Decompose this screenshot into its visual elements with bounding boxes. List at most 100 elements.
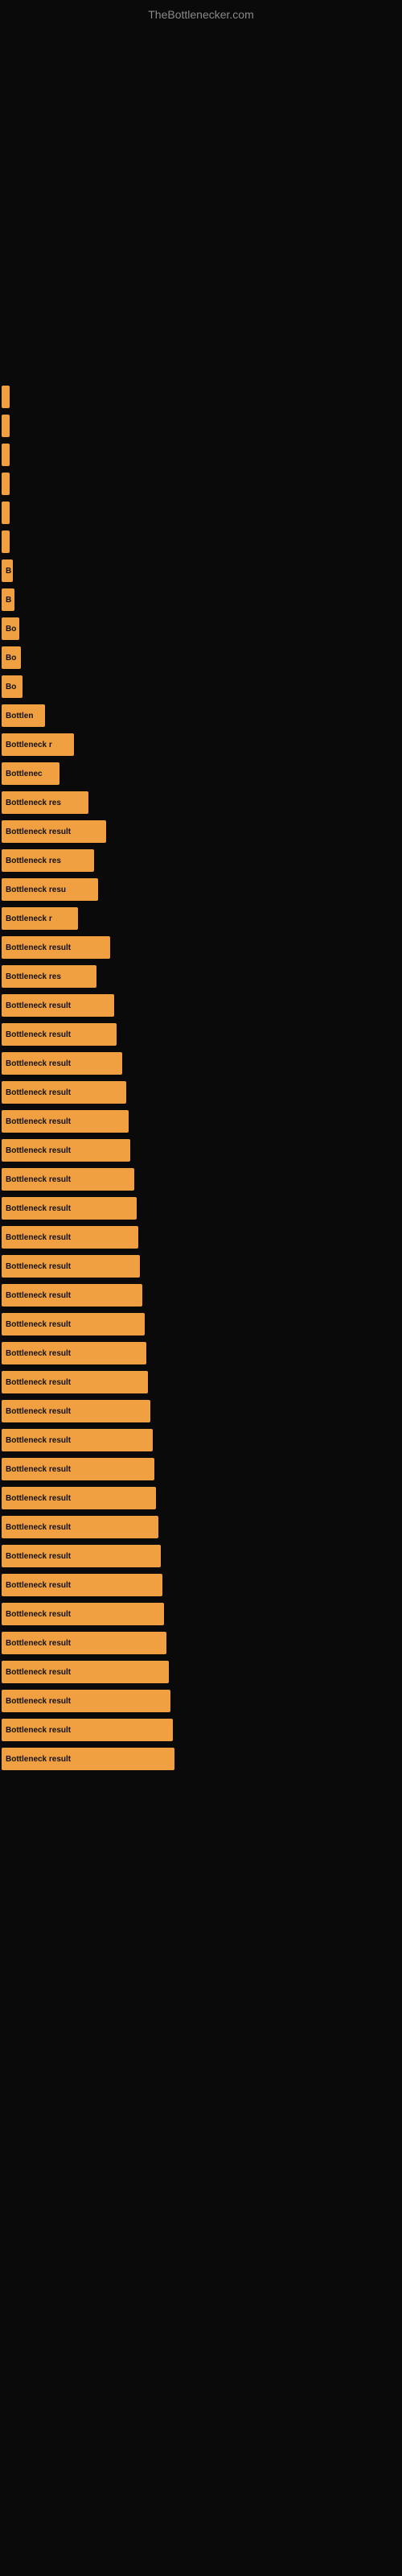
bar-fill: Bottleneck result <box>2 1545 161 1567</box>
bar-fill: Bottleneck result <box>2 1690 170 1712</box>
bar-fill: Bottleneck res <box>2 849 94 872</box>
bar-fill <box>2 386 10 408</box>
bar-row: Bottlen <box>2 701 402 730</box>
bar-row: Bottleneck r <box>2 730 402 759</box>
bar-fill: Bottleneck result <box>2 1516 158 1538</box>
bar-fill: Bottleneck res <box>2 791 88 814</box>
bar-fill: Bottleneck result <box>2 1603 164 1625</box>
bar-row: Bottleneck result <box>2 991 402 1020</box>
bar-fill: Bottleneck result <box>2 1661 169 1683</box>
bar-fill: Bottleneck resu <box>2 878 98 901</box>
bars-section: BB Bo Bo Bo Bottlen Bottleneck r Bottlenec Bott… <box>0 379 402 1777</box>
bar-fill: Bottleneck result <box>2 1255 140 1278</box>
bar-row: B <box>2 585 402 614</box>
bar-row: Bottleneck result <box>2 1657 402 1686</box>
site-title: TheBottlenecker.com <box>0 0 402 25</box>
bar-fill: Bottleneck result <box>2 1487 156 1509</box>
bar-fill: Bottleneck result <box>2 820 106 843</box>
bar-row: Bottleneck result <box>2 1252 402 1281</box>
bar-fill: Bottleneck result <box>2 1371 148 1393</box>
bar-row: Bottleneck result <box>2 1281 402 1310</box>
bar-fill: B <box>2 559 13 582</box>
bar-row: Bottleneck result <box>2 1020 402 1049</box>
bar-row: Bottleneck result <box>2 1600 402 1629</box>
bar-fill: Bottleneck result <box>2 1342 146 1364</box>
bar-row: Bottleneck r <box>2 904 402 933</box>
bar-fill: Bo <box>2 617 19 640</box>
bar-row: Bottleneck result <box>2 1339 402 1368</box>
bar-fill: Bottleneck result <box>2 1632 166 1654</box>
bar-fill <box>2 530 10 553</box>
bar-fill: Bottleneck r <box>2 733 74 756</box>
bar-fill: Bo <box>2 675 23 698</box>
bar-fill: Bottleneck result <box>2 1139 130 1162</box>
bar-fill: Bottleneck result <box>2 1719 173 1741</box>
bar-fill: Bottleneck result <box>2 1400 150 1422</box>
bar-fill: Bottleneck result <box>2 1313 145 1335</box>
bar-row <box>2 382 402 411</box>
bar-row: Bottleneck result <box>2 1223 402 1252</box>
bar-fill: Bottleneck result <box>2 1197 137 1220</box>
bar-row <box>2 469 402 498</box>
bar-row: Bottleneck result <box>2 1165 402 1194</box>
bar-row: Bottleneck result <box>2 1194 402 1223</box>
bar-row: Bottleneck result <box>2 817 402 846</box>
bar-fill: Bottleneck result <box>2 1429 153 1451</box>
bar-row: Bottleneck result <box>2 1744 402 1773</box>
bar-row <box>2 411 402 440</box>
bar-fill: Bottleneck r <box>2 907 78 930</box>
bar-fill: Bottleneck result <box>2 1226 138 1249</box>
bar-fill: Bottlen <box>2 704 45 727</box>
bar-row: Bottleneck result <box>2 1136 402 1165</box>
bar-row: Bottleneck result <box>2 1397 402 1426</box>
bar-row: Bo <box>2 672 402 701</box>
bar-fill: Bottleneck result <box>2 1284 142 1307</box>
bar-fill: Bottleneck result <box>2 1052 122 1075</box>
bar-row: Bottleneck result <box>2 933 402 962</box>
bar-fill <box>2 415 10 437</box>
bar-row: Bo <box>2 643 402 672</box>
bar-fill: Bo <box>2 646 21 669</box>
bar-row: Bottleneck result <box>2 1484 402 1513</box>
bar-fill: Bottleneck result <box>2 936 110 959</box>
bar-row: Bottleneck result <box>2 1686 402 1715</box>
bar-fill: Bottleneck result <box>2 1748 174 1770</box>
bar-row: Bottleneck result <box>2 1078 402 1107</box>
bar-row: Bottleneck result <box>2 1107 402 1136</box>
bar-fill: Bottleneck res <box>2 965 96 988</box>
bar-fill <box>2 444 10 466</box>
bar-fill <box>2 473 10 495</box>
bar-fill: Bottleneck result <box>2 1110 129 1133</box>
bar-row: Bottleneck result <box>2 1542 402 1571</box>
bar-row: Bottleneck result <box>2 1426 402 1455</box>
bar-fill: Bottleneck result <box>2 1458 154 1480</box>
bar-fill: Bottleneck result <box>2 1023 117 1046</box>
chart-area <box>8 33 394 371</box>
bar-fill: B <box>2 588 14 611</box>
bar-row: Bottleneck result <box>2 1455 402 1484</box>
bar-row: Bottleneck res <box>2 788 402 817</box>
page-wrapper: TheBottlenecker.com BB Bo Bo Bo Bottlen Bottl… <box>0 0 402 1777</box>
bar-row <box>2 527 402 556</box>
bar-row: B <box>2 556 402 585</box>
bar-row: Bottleneck result <box>2 1629 402 1657</box>
bar-fill: Bottleneck result <box>2 1081 126 1104</box>
bar-row: Bottleneck result <box>2 1368 402 1397</box>
bar-row: Bottleneck result <box>2 1571 402 1600</box>
bar-row: Bottleneck res <box>2 846 402 875</box>
bar-row: Bottleneck res <box>2 962 402 991</box>
bar-fill: Bottlenec <box>2 762 59 785</box>
bar-row: Bottlenec <box>2 759 402 788</box>
bar-row: Bottleneck result <box>2 1513 402 1542</box>
bar-fill <box>2 502 10 524</box>
bar-row <box>2 440 402 469</box>
bar-fill: Bottleneck result <box>2 1574 162 1596</box>
bar-row: Bottleneck result <box>2 1049 402 1078</box>
bar-row: Bottleneck resu <box>2 875 402 904</box>
bar-fill: Bottleneck result <box>2 994 114 1017</box>
bar-row: Bo <box>2 614 402 643</box>
bar-fill: Bottleneck result <box>2 1168 134 1191</box>
bar-row <box>2 498 402 527</box>
bar-row: Bottleneck result <box>2 1310 402 1339</box>
bar-row: Bottleneck result <box>2 1715 402 1744</box>
